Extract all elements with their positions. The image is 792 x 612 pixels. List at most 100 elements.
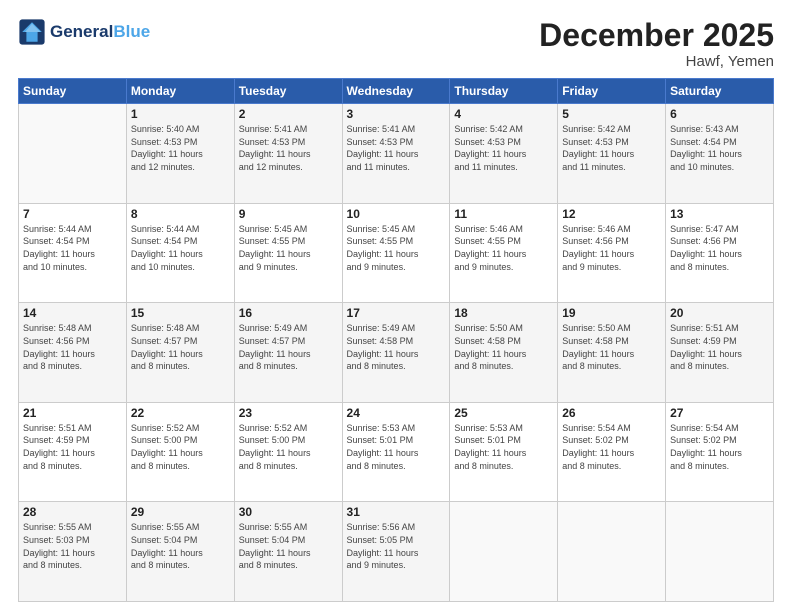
day-info: Sunrise: 5:46 AM Sunset: 4:56 PM Dayligh… (562, 223, 661, 273)
calendar-header-thursday: Thursday (450, 79, 558, 104)
calendar-table: SundayMondayTuesdayWednesdayThursdayFrid… (18, 78, 774, 602)
day-number: 21 (23, 406, 122, 420)
day-number: 2 (239, 107, 338, 121)
calendar-cell: 9 Sunrise: 5:45 AM Sunset: 4:55 PM Daylig… (234, 203, 342, 303)
calendar-cell: 18 Sunrise: 5:50 AM Sunset: 4:58 PM Dayli… (450, 303, 558, 403)
day-info: Sunrise: 5:52 AM Sunset: 5:00 PM Dayligh… (239, 422, 338, 472)
day-info: Sunrise: 5:51 AM Sunset: 4:59 PM Dayligh… (23, 422, 122, 472)
title-block: December 2025 Hawf, Yemen (539, 18, 774, 70)
page: GeneralBlue December 2025 Hawf, Yemen Su… (0, 0, 792, 612)
day-number: 28 (23, 505, 122, 519)
day-info: Sunrise: 5:41 AM Sunset: 4:53 PM Dayligh… (239, 123, 338, 173)
day-number: 22 (131, 406, 230, 420)
calendar-cell: 25 Sunrise: 5:53 AM Sunset: 5:01 PM Dayli… (450, 402, 558, 502)
day-number: 10 (347, 207, 446, 221)
calendar-header-tuesday: Tuesday (234, 79, 342, 104)
logo: GeneralBlue (18, 18, 150, 46)
calendar-header-row: SundayMondayTuesdayWednesdayThursdayFrid… (19, 79, 774, 104)
calendar-cell: 8 Sunrise: 5:44 AM Sunset: 4:54 PM Daylig… (126, 203, 234, 303)
day-number: 16 (239, 306, 338, 320)
day-info: Sunrise: 5:45 AM Sunset: 4:55 PM Dayligh… (347, 223, 446, 273)
calendar-cell: 7 Sunrise: 5:44 AM Sunset: 4:54 PM Daylig… (19, 203, 127, 303)
day-info: Sunrise: 5:51 AM Sunset: 4:59 PM Dayligh… (670, 322, 769, 372)
calendar-cell: 3 Sunrise: 5:41 AM Sunset: 4:53 PM Daylig… (342, 104, 450, 204)
day-info: Sunrise: 5:54 AM Sunset: 5:02 PM Dayligh… (562, 422, 661, 472)
calendar-week-5: 28 Sunrise: 5:55 AM Sunset: 5:03 PM Dayli… (19, 502, 774, 602)
day-info: Sunrise: 5:49 AM Sunset: 4:57 PM Dayligh… (239, 322, 338, 372)
day-info: Sunrise: 5:48 AM Sunset: 4:56 PM Dayligh… (23, 322, 122, 372)
day-info: Sunrise: 5:54 AM Sunset: 5:02 PM Dayligh… (670, 422, 769, 472)
day-info: Sunrise: 5:53 AM Sunset: 5:01 PM Dayligh… (347, 422, 446, 472)
logo-text: GeneralBlue (50, 22, 150, 42)
day-info: Sunrise: 5:56 AM Sunset: 5:05 PM Dayligh… (347, 521, 446, 571)
calendar-cell: 30Sunrise: 5:55 AM Sunset: 5:04 PM Dayli… (234, 502, 342, 602)
calendar-week-4: 21 Sunrise: 5:51 AM Sunset: 4:59 PM Dayli… (19, 402, 774, 502)
day-info: Sunrise: 5:49 AM Sunset: 4:58 PM Dayligh… (347, 322, 446, 372)
day-info: Sunrise: 5:53 AM Sunset: 5:01 PM Dayligh… (454, 422, 553, 472)
day-number: 20 (670, 306, 769, 320)
day-info: Sunrise: 5:46 AM Sunset: 4:55 PM Dayligh… (454, 223, 553, 273)
calendar-cell: 19 Sunrise: 5:50 AM Sunset: 4:58 PM Dayli… (558, 303, 666, 403)
calendar-week-2: 7 Sunrise: 5:44 AM Sunset: 4:54 PM Daylig… (19, 203, 774, 303)
day-number: 23 (239, 406, 338, 420)
calendar-cell: 20 Sunrise: 5:51 AM Sunset: 4:59 PM Dayli… (666, 303, 774, 403)
calendar-cell: 5 Sunrise: 5:42 AM Sunset: 4:53 PM Daylig… (558, 104, 666, 204)
day-info: Sunrise: 5:50 AM Sunset: 4:58 PM Dayligh… (562, 322, 661, 372)
day-number: 26 (562, 406, 661, 420)
day-info: Sunrise: 5:55 AM Sunset: 5:03 PM Dayligh… (23, 521, 122, 571)
day-number: 9 (239, 207, 338, 221)
calendar-cell: 29Sunrise: 5:55 AM Sunset: 5:04 PM Dayli… (126, 502, 234, 602)
day-number: 17 (347, 306, 446, 320)
day-number: 11 (454, 207, 553, 221)
calendar-cell: 28 Sunrise: 5:55 AM Sunset: 5:03 PM Dayli… (19, 502, 127, 602)
calendar-header-saturday: Saturday (666, 79, 774, 104)
calendar-cell (558, 502, 666, 602)
calendar-cell: 24 Sunrise: 5:53 AM Sunset: 5:01 PM Dayli… (342, 402, 450, 502)
day-number: 1 (131, 107, 230, 121)
calendar-week-3: 14Sunrise: 5:48 AM Sunset: 4:56 PM Dayli… (19, 303, 774, 403)
day-number: 4 (454, 107, 553, 121)
day-number: 8 (131, 207, 230, 221)
day-info: Sunrise: 5:48 AM Sunset: 4:57 PM Dayligh… (131, 322, 230, 372)
day-number: 5 (562, 107, 661, 121)
day-number: 3 (347, 107, 446, 121)
day-info: Sunrise: 5:43 AM Sunset: 4:54 PM Dayligh… (670, 123, 769, 173)
calendar-cell: 22 Sunrise: 5:52 AM Sunset: 5:00 PM Dayli… (126, 402, 234, 502)
day-number: 7 (23, 207, 122, 221)
day-info: Sunrise: 5:52 AM Sunset: 5:00 PM Dayligh… (131, 422, 230, 472)
calendar-cell: 11 Sunrise: 5:46 AM Sunset: 4:55 PM Dayli… (450, 203, 558, 303)
calendar-cell: 26 Sunrise: 5:54 AM Sunset: 5:02 PM Dayli… (558, 402, 666, 502)
calendar-cell: 23 Sunrise: 5:52 AM Sunset: 5:00 PM Dayli… (234, 402, 342, 502)
calendar-week-1: 1Sunrise: 5:40 AM Sunset: 4:53 PM Daylig… (19, 104, 774, 204)
day-info: Sunrise: 5:44 AM Sunset: 4:54 PM Dayligh… (131, 223, 230, 273)
day-number: 30 (239, 505, 338, 519)
day-info: Sunrise: 5:42 AM Sunset: 4:53 PM Dayligh… (562, 123, 661, 173)
calendar-cell: 6 Sunrise: 5:43 AM Sunset: 4:54 PM Daylig… (666, 104, 774, 204)
day-info: Sunrise: 5:41 AM Sunset: 4:53 PM Dayligh… (347, 123, 446, 173)
calendar-cell: 15Sunrise: 5:48 AM Sunset: 4:57 PM Dayli… (126, 303, 234, 403)
day-info: Sunrise: 5:55 AM Sunset: 5:04 PM Dayligh… (131, 521, 230, 571)
calendar-cell: 31Sunrise: 5:56 AM Sunset: 5:05 PM Dayli… (342, 502, 450, 602)
day-number: 19 (562, 306, 661, 320)
calendar-cell: 13 Sunrise: 5:47 AM Sunset: 4:56 PM Dayli… (666, 203, 774, 303)
calendar-cell (450, 502, 558, 602)
logo-line1: General (50, 22, 113, 41)
calendar-subtitle: Hawf, Yemen (539, 53, 774, 70)
calendar-cell: 27 Sunrise: 5:54 AM Sunset: 5:02 PM Dayli… (666, 402, 774, 502)
day-number: 13 (670, 207, 769, 221)
calendar-cell: 2 Sunrise: 5:41 AM Sunset: 4:53 PM Daylig… (234, 104, 342, 204)
calendar-header-wednesday: Wednesday (342, 79, 450, 104)
day-number: 18 (454, 306, 553, 320)
day-number: 27 (670, 406, 769, 420)
day-info: Sunrise: 5:50 AM Sunset: 4:58 PM Dayligh… (454, 322, 553, 372)
logo-line2: Blue (113, 22, 150, 41)
day-number: 6 (670, 107, 769, 121)
calendar-header-friday: Friday (558, 79, 666, 104)
day-number: 25 (454, 406, 553, 420)
day-number: 24 (347, 406, 446, 420)
calendar-cell: 16 Sunrise: 5:49 AM Sunset: 4:57 PM Dayli… (234, 303, 342, 403)
logo-icon (18, 18, 46, 46)
day-info: Sunrise: 5:45 AM Sunset: 4:55 PM Dayligh… (239, 223, 338, 273)
day-info: Sunrise: 5:47 AM Sunset: 4:56 PM Dayligh… (670, 223, 769, 273)
day-info: Sunrise: 5:44 AM Sunset: 4:54 PM Dayligh… (23, 223, 122, 273)
